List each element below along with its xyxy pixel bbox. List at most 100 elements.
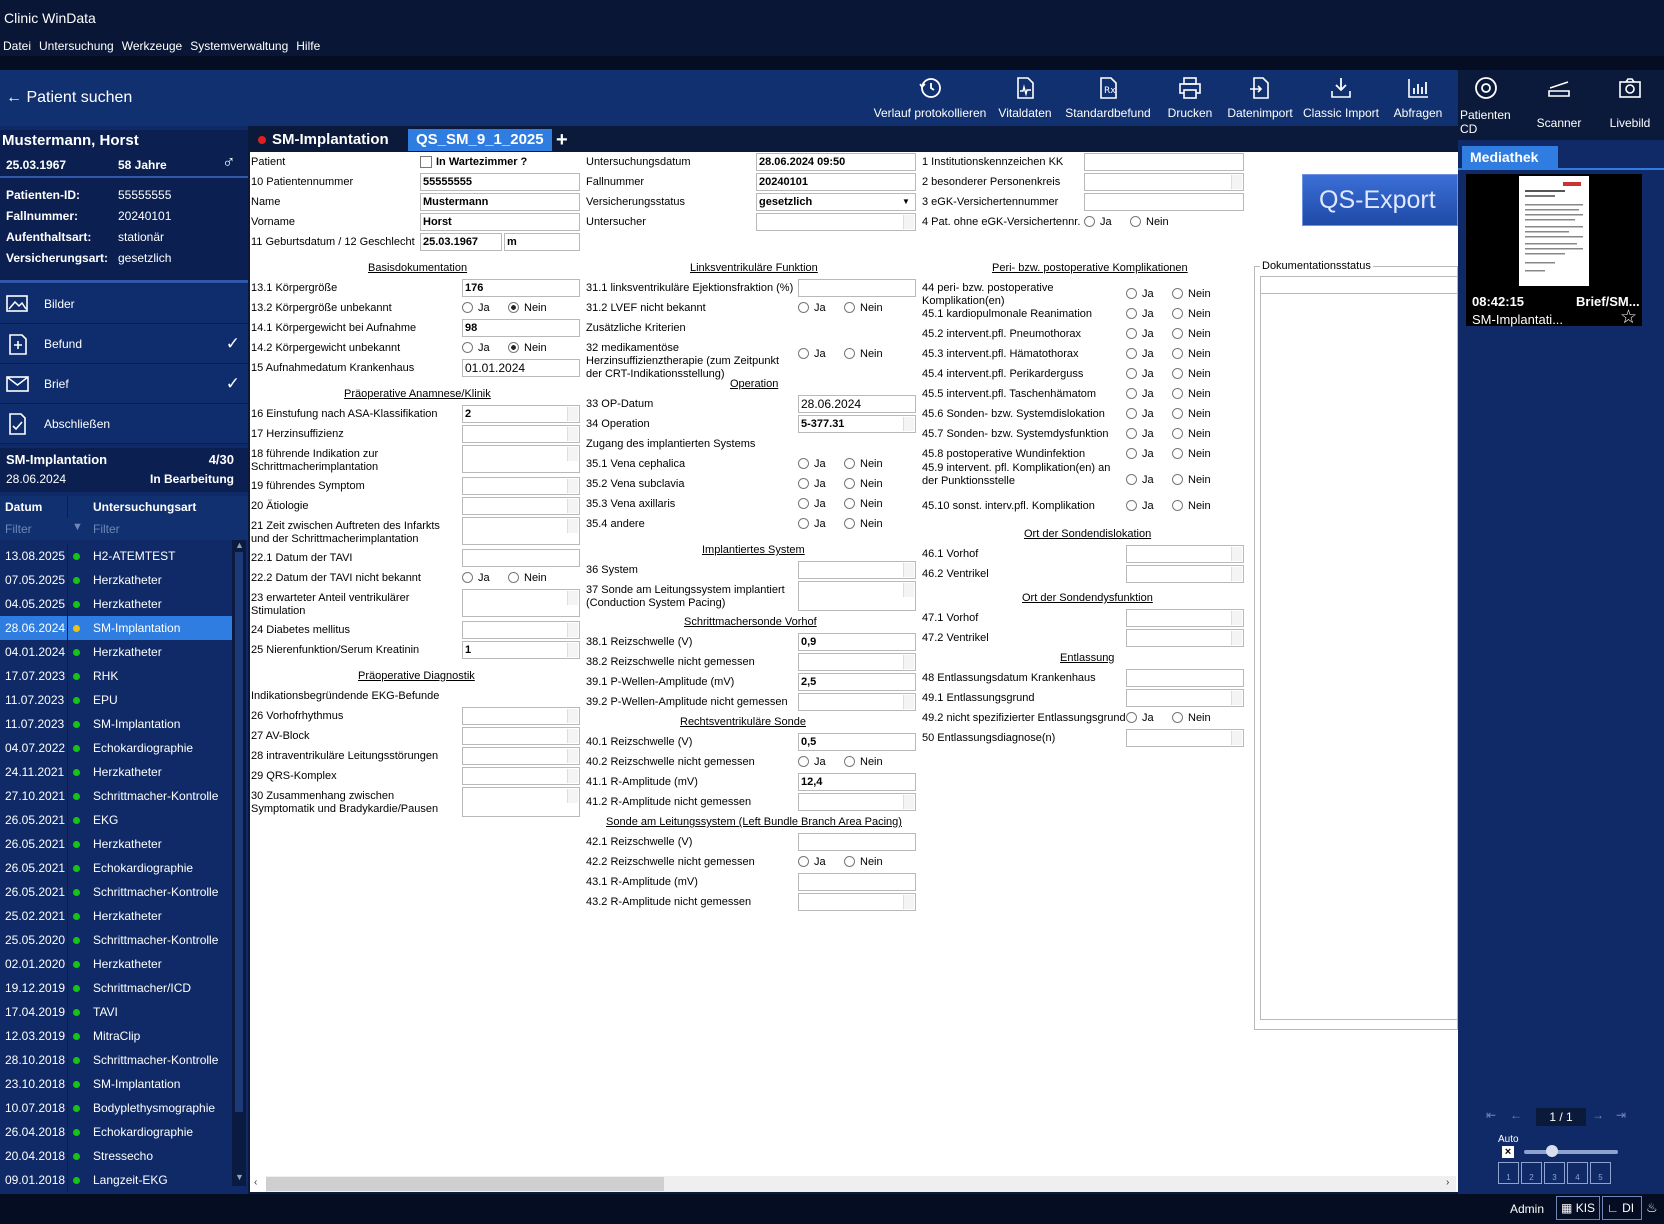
special-group-select[interactable]: [1084, 173, 1244, 191]
kis-button[interactable]: ▦ KIS: [1556, 1196, 1600, 1220]
discharge-reason-select[interactable]: [1126, 689, 1244, 707]
tavi-unknown-ja[interactable]: Ja: [462, 572, 490, 585]
name-input[interactable]: Mustermann: [420, 193, 580, 211]
vitals-button[interactable]: Vitaldaten: [992, 70, 1058, 126]
next-page-icon[interactable]: →: [1592, 1108, 1604, 1122]
current-exam-card[interactable]: SM-Implantation 4/30 28.06.2024 In Bearb…: [0, 448, 248, 492]
dysf-atrium-select[interactable]: [1126, 609, 1244, 627]
layout-slot-button[interactable]: 5: [1590, 1162, 1611, 1184]
institution-id-input[interactable]: [1084, 153, 1244, 171]
table-row[interactable]: 28.06.2024 SM-Implantation: [0, 616, 232, 640]
standard-report-button[interactable]: Rx Standardbefund: [1062, 70, 1154, 126]
birthdate-input[interactable]: 25.03.1967: [420, 233, 502, 251]
l455-ja-radio[interactable]: Ja: [1126, 388, 1154, 401]
l459-ja-radio[interactable]: Ja: [1126, 474, 1154, 487]
atrial-threshold-nm-select[interactable]: [798, 653, 916, 671]
scroll-left-icon[interactable]: ‹: [254, 1177, 257, 1188]
subclavia-nein[interactable]: Nein: [844, 478, 883, 491]
examiner-select[interactable]: [756, 213, 916, 231]
table-row[interactable]: 04.01.2024 Herzkatheter: [0, 640, 232, 664]
stimulation-share-select[interactable]: [462, 589, 580, 617]
prev-page-icon[interactable]: ←: [1510, 1108, 1522, 1122]
crt-therapy-ja[interactable]: Ja: [798, 348, 826, 361]
bell-icon[interactable]: ♨: [1646, 1200, 1658, 1216]
symptom-select[interactable]: [462, 477, 580, 495]
disloc-atrium-select[interactable]: [1126, 545, 1244, 563]
exam-table-scrollbar[interactable]: ▲ ▼: [232, 540, 246, 1186]
l458-nein-radio[interactable]: Nein: [1172, 448, 1211, 461]
table-row[interactable]: 04.05.2025 Herzkatheter: [0, 592, 232, 616]
layout-slot-button[interactable]: 4: [1567, 1162, 1588, 1184]
av-block-select[interactable]: [462, 727, 580, 745]
scroll-right-icon[interactable]: ›: [1446, 1177, 1449, 1188]
filter-type-input[interactable]: Filter: [93, 522, 120, 536]
cephalica-ja[interactable]: Ja: [798, 458, 826, 471]
table-row[interactable]: 27.10.2021 Schrittmacher-Kontrolle: [0, 784, 232, 808]
weight-unknown-ja[interactable]: Ja: [462, 342, 490, 355]
menu-hilfe[interactable]: Hilfe: [293, 36, 325, 56]
doc-status-list[interactable]: [1260, 294, 1458, 1020]
r-amplitude-input[interactable]: 12,4: [798, 773, 916, 791]
dysf-ventricle-select[interactable]: [1126, 629, 1244, 647]
crt-therapy-nein[interactable]: Nein: [844, 348, 883, 361]
filter-date-input[interactable]: Filter: [5, 522, 32, 536]
tavi-unknown-nein[interactable]: Nein: [508, 572, 547, 585]
lvef-unknown-ja[interactable]: Ja: [798, 302, 826, 315]
qrs-select[interactable]: [462, 767, 580, 785]
table-row[interactable]: 17.07.2023 RHK: [0, 664, 232, 688]
bradycardia-select[interactable]: [462, 787, 580, 817]
l4510-nein-radio[interactable]: Nein: [1172, 500, 1211, 513]
queries-button[interactable]: Abfragen: [1386, 70, 1450, 126]
classic-import-button[interactable]: Classic Import: [1300, 70, 1382, 126]
no-egk-nein[interactable]: Nein: [1130, 216, 1169, 229]
height-unknown-ja[interactable]: Ja: [462, 302, 490, 315]
data-import-button[interactable]: Datenimport: [1224, 70, 1296, 126]
conduction-select[interactable]: [462, 747, 580, 765]
l452-nein-radio[interactable]: Nein: [1172, 328, 1211, 341]
first-page-icon[interactable]: ⇤: [1486, 1108, 1496, 1122]
table-row[interactable]: 28.10.2018 Schrittmacher-Kontrolle: [0, 1048, 232, 1072]
exam-date-input[interactable]: 28.06.2024 09:50: [756, 153, 916, 171]
r-amplitude-nm-select[interactable]: [798, 793, 916, 811]
table-row[interactable]: 26.05.2021 Schrittmacher-Kontrolle: [0, 880, 232, 904]
last-page-icon[interactable]: ⇥: [1616, 1108, 1626, 1122]
add-tab-button[interactable]: +: [556, 129, 568, 151]
waiting-room-checkbox[interactable]: [420, 156, 432, 168]
diabetes-select[interactable]: [462, 621, 580, 639]
menu-werkzeuge[interactable]: Werkzeuge: [119, 36, 187, 56]
l454-nein-radio[interactable]: Nein: [1172, 368, 1211, 381]
infarct-time-select[interactable]: [462, 517, 580, 545]
table-row[interactable]: 11.07.2023 EPU: [0, 688, 232, 712]
complication-nein[interactable]: Nein: [1172, 288, 1211, 301]
insurance-status-select[interactable]: gesetzlich: [756, 193, 916, 211]
lbb-threshold-nm-ja[interactable]: Ja: [798, 856, 826, 869]
l4510-ja-radio[interactable]: Ja: [1126, 500, 1154, 513]
table-row[interactable]: 20.04.2018 Stressecho: [0, 1144, 232, 1168]
height-unknown-nein[interactable]: Nein: [508, 302, 547, 315]
atrial-threshold-input[interactable]: 0,9: [798, 633, 916, 651]
cephalica-nein[interactable]: Nein: [844, 458, 883, 471]
tavi-date-input[interactable]: [462, 549, 580, 567]
other-access-ja[interactable]: Ja: [798, 518, 826, 531]
l457-ja-radio[interactable]: Ja: [1126, 428, 1154, 441]
nav-befund[interactable]: Befund ✓: [0, 324, 248, 364]
print-button[interactable]: Drucken: [1160, 70, 1220, 126]
lbb-r-amplitude-input[interactable]: [798, 873, 916, 891]
l457-nein-radio[interactable]: Nein: [1172, 428, 1211, 441]
close-icon[interactable]: ×: [1502, 1146, 1514, 1158]
patient-cd-button[interactable]: Patienten CD: [1460, 70, 1520, 140]
axillaris-ja[interactable]: Ja: [798, 498, 826, 511]
table-row[interactable]: 24.11.2021 Herzkatheter: [0, 760, 232, 784]
l455-nein-radio[interactable]: Nein: [1172, 388, 1211, 401]
column-header-date[interactable]: Datum: [5, 500, 42, 514]
qs-export-button[interactable]: QS-Export: [1302, 174, 1458, 226]
nav-abschliessen[interactable]: Abschließen: [0, 404, 248, 444]
lbb-threshold-nm-nein[interactable]: Nein: [844, 856, 883, 869]
l458-ja-radio[interactable]: Ja: [1126, 448, 1154, 461]
scroll-thumb[interactable]: [266, 1177, 664, 1191]
rv-threshold-nm-ja[interactable]: Ja: [798, 756, 826, 769]
table-row[interactable]: 07.05.2025 Herzkatheter: [0, 568, 232, 592]
other-access-nein[interactable]: Nein: [844, 518, 883, 531]
table-row[interactable]: 26.05.2021 EKG: [0, 808, 232, 832]
table-row[interactable]: 25.02.2021 Herzkatheter: [0, 904, 232, 928]
